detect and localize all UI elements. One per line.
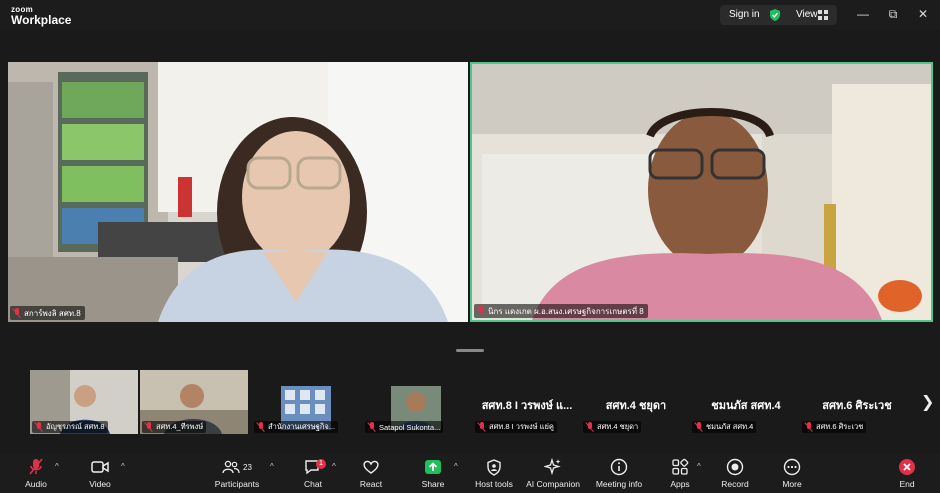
mic-muted-icon (257, 422, 265, 432)
mic-muted-icon (805, 422, 813, 432)
thumbnail-3[interactable]: Satapol Sukonta... (363, 370, 471, 434)
thumbnail-name: สำนักงานเศรษฐกิจ... (254, 421, 339, 433)
thumbnail-name: สศท.4 ชยุดา (583, 421, 642, 433)
share-screen-icon (425, 460, 441, 474)
audio-button[interactable]: Audio (18, 458, 54, 492)
title-bar: zoom Workplace Sign in View — ⧉ ✕ (0, 0, 940, 30)
mic-muted-icon (368, 422, 376, 432)
mic-muted-icon (145, 422, 153, 432)
thumbnail-4[interactable]: สศท.8 I วรพงษ์ แย่คู (473, 370, 581, 434)
host-tools-button[interactable]: Host tools (472, 458, 516, 492)
record-icon (726, 458, 744, 476)
participant-video-right (472, 64, 931, 320)
meeting-toolbar: Audio ^ Video ^ 23 Participants ^ Chat 1… (0, 454, 940, 493)
mic-muted-icon (695, 422, 703, 432)
video-tile-left[interactable]: สการ์พงลิ สศท.8 (8, 62, 468, 322)
thumbnail-name: ชมนภัส สศท.4 (692, 421, 757, 433)
video-tile-right-active-speaker[interactable]: นิกร แดงเกต ผ.อ.สนง.เศรษฐกิจการเกษตรที่ … (470, 62, 933, 322)
video-stage: สการ์พงลิ สศท.8 นิกร แดงเกต ผ.อ.สนง.เศรษ… (0, 30, 940, 362)
restore-icon[interactable]: ⧉ (886, 7, 900, 21)
participant-name-right: นิกร แดงเกต ผ.อ.สนง.เศรษฐกิจการเกษตรที่ … (474, 304, 648, 318)
end-call-icon (899, 459, 915, 475)
more-dots-icon (783, 458, 801, 476)
resize-handle[interactable] (456, 349, 484, 352)
thumbnail-name: Satapol Sukonta... (365, 421, 444, 433)
end-meeting-button[interactable]: End (892, 458, 922, 492)
video-options-chevron-icon[interactable]: ^ (121, 462, 125, 471)
app-logo: zoom Workplace (11, 5, 71, 27)
thumbnail-name: สศท.8 I วรพงษ์ แย่คู (475, 421, 557, 433)
thumbnail-name: สศท.4_ทีรพงษ์ (142, 421, 207, 433)
thumbnail-5[interactable]: สศท.4 ชยุดา (581, 370, 689, 434)
close-icon[interactable]: ✕ (916, 7, 930, 21)
chat-options-chevron-icon[interactable]: ^ (332, 462, 336, 471)
thumbnail-0[interactable]: อัญชุรภรณ์ สศท.8 (30, 370, 138, 434)
sparkle-icon (544, 458, 561, 476)
info-icon (610, 458, 628, 476)
mic-muted-icon (13, 308, 21, 318)
apps-button[interactable]: Apps (664, 458, 696, 492)
mic-muted-icon (478, 422, 486, 432)
participants-button[interactable]: 23 Participants (212, 458, 262, 492)
sign-in-button[interactable]: Sign in (729, 9, 760, 20)
view-button[interactable]: View (796, 9, 818, 20)
video-camera-icon (91, 461, 109, 473)
thumbnail-7[interactable]: สศท.6 ศิระเวช (800, 370, 908, 434)
mic-muted-icon (586, 422, 594, 432)
share-options-chevron-icon[interactable]: ^ (454, 462, 458, 471)
heart-icon (363, 460, 379, 474)
mic-muted-icon (477, 306, 485, 316)
apps-options-chevron-icon[interactable]: ^ (697, 462, 701, 471)
thumbnail-6[interactable]: ชมนภัส สศท.4 (690, 370, 798, 434)
record-button[interactable]: Record (718, 458, 752, 492)
chat-unread-badge: 1 (316, 459, 326, 469)
minimize-icon[interactable]: — (856, 7, 870, 21)
shield-check-icon (770, 9, 780, 21)
chevron-right-icon[interactable]: ❯ (921, 392, 934, 412)
video-button[interactable]: Video (82, 458, 118, 492)
mic-muted-icon (35, 422, 43, 432)
mic-muted-icon (29, 458, 43, 475)
participants-count: 23 (243, 462, 252, 472)
thumbnail-name: อัญชุรภรณ์ สศท.8 (32, 421, 108, 433)
thumbnail-1[interactable]: สศท.4_ทีรพงษ์ (140, 370, 248, 434)
grid-view-icon[interactable] (818, 10, 828, 20)
account-view-group: Sign in View (720, 5, 837, 25)
participants-options-chevron-icon[interactable]: ^ (270, 462, 274, 471)
participant-strip: อัญชุรภรณ์ สศท.8 สศท.4_ทีรพงษ์ สำนักงานเ… (0, 362, 940, 454)
audio-options-chevron-icon[interactable]: ^ (55, 462, 59, 471)
brand-large: Workplace (11, 13, 72, 27)
shield-icon (487, 458, 501, 476)
more-button[interactable]: More (776, 458, 808, 492)
participants-icon (222, 460, 240, 474)
thumbnail-name: สศท.6 ศิระเวช (802, 421, 867, 433)
apps-icon (672, 458, 689, 475)
participant-video-left (8, 62, 468, 322)
meeting-info-button[interactable]: Meeting info (594, 458, 644, 492)
thumbnail-2[interactable]: สำนักงานเศรษฐกิจ... (252, 370, 360, 434)
ai-companion-button[interactable]: AI Companion (524, 458, 582, 492)
react-button[interactable]: React (354, 458, 388, 492)
participant-name-left: สการ์พงลิ สศท.8 (10, 306, 85, 320)
share-button[interactable]: Share (416, 458, 450, 492)
